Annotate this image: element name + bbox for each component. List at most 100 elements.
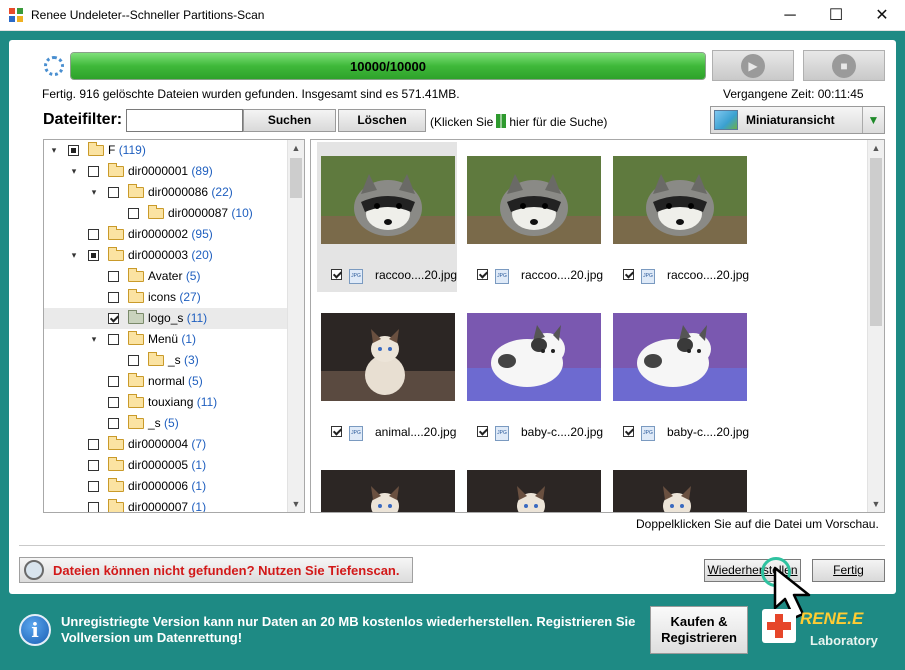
preview-hint: Doppelklicken Sie auf die Datei um Vorsc… (636, 517, 879, 531)
close-button[interactable]: ✕ (859, 0, 905, 31)
tree-checkbox[interactable] (128, 208, 139, 219)
thumbnail-checkbox[interactable] (331, 426, 342, 437)
file-count: (1) (191, 500, 207, 513)
tree-item[interactable]: normal (5) (44, 371, 287, 392)
tree-item[interactable]: _s (3) (44, 350, 287, 371)
play-button[interactable]: ▶ (712, 50, 794, 81)
raccoon-photo[interactable] (467, 156, 601, 244)
thumbnail-checkbox[interactable] (623, 269, 634, 280)
tree-item[interactable]: logo_s (11) (44, 308, 287, 329)
expand-toggle-icon[interactable]: ▾ (68, 161, 80, 182)
grid-scrollbar[interactable]: ▲ ▼ (867, 140, 884, 512)
tree-checkbox[interactable] (88, 250, 99, 261)
expand-toggle-icon[interactable]: ▾ (88, 329, 100, 350)
search-button[interactable]: Suchen (243, 109, 336, 132)
thumbnail-checkbox[interactable] (331, 269, 342, 280)
scroll-down-icon[interactable]: ▼ (288, 496, 304, 512)
raccoon-photo[interactable] (321, 156, 455, 244)
thumbnail-item[interactable] (317, 456, 457, 512)
tree-scroll-thumb[interactable] (290, 158, 302, 198)
tree-checkbox[interactable] (88, 460, 99, 471)
jpg-file-icon: JPG (495, 426, 509, 441)
raccoon-photo[interactable] (613, 156, 747, 244)
kitten-photo[interactable] (613, 313, 747, 401)
tree-item[interactable]: dir0000005 (1) (44, 455, 287, 476)
folder-name: dir0000086 (148, 185, 209, 199)
thumbnail-item[interactable]: JPG baby-c....20.jpg (463, 299, 603, 449)
clear-button[interactable]: Löschen (338, 109, 426, 132)
scroll-up-icon[interactable]: ▲ (288, 140, 304, 156)
scroll-up-icon[interactable]: ▲ (868, 140, 884, 156)
tree-item[interactable]: dir0000006 (1) (44, 476, 287, 497)
filter-input[interactable] (126, 109, 243, 132)
tree-item[interactable]: Avater (5) (44, 266, 287, 287)
tree-checkbox[interactable] (128, 355, 139, 366)
tree-item[interactable]: dir0000087 (10) (44, 203, 287, 224)
tree-item[interactable]: ▾ Menü (1) (44, 329, 287, 350)
thumbnail-item[interactable] (463, 456, 603, 512)
tree-checkbox[interactable] (108, 313, 119, 324)
tree-item[interactable]: dir0000007 (1) (44, 497, 287, 513)
tree-checkbox[interactable] (88, 166, 99, 177)
tree-checkbox[interactable] (108, 292, 119, 303)
tree-scrollbar[interactable]: ▲ ▼ (287, 140, 304, 512)
dropdown-arrow-icon[interactable]: ▼ (862, 107, 884, 133)
cat-photo[interactable] (467, 470, 601, 512)
folder-icon (108, 436, 124, 450)
expand-toggle-icon[interactable]: ▾ (88, 182, 100, 203)
title-bar: Renee Undeleter--Schneller Partitions-Sc… (0, 0, 905, 31)
folder-name: Menü (148, 332, 179, 346)
tree-checkbox[interactable] (108, 187, 119, 198)
thumbnail-checkbox[interactable] (477, 426, 488, 437)
tree-item-label: dir0000086 (22) (148, 182, 233, 203)
stop-button[interactable]: ■ (803, 50, 885, 81)
tree-checkbox[interactable] (108, 271, 119, 282)
maximize-button[interactable]: ☐ (813, 0, 859, 31)
cat-photo[interactable] (321, 313, 455, 401)
tree-item[interactable]: touxiang (11) (44, 392, 287, 413)
minimize-button[interactable]: ─ (767, 0, 813, 31)
view-mode-dropdown[interactable]: Miniaturansicht ▼ (710, 106, 885, 134)
tree-checkbox[interactable] (108, 397, 119, 408)
tree-item[interactable]: ▾ dir0000086 (22) (44, 182, 287, 203)
grid-scroll-thumb[interactable] (870, 158, 882, 326)
thumbnail-item[interactable]: JPG raccoo....20.jpg (609, 142, 749, 292)
thumbnail-item[interactable]: JPG raccoo....20.jpg (463, 142, 603, 292)
expand-toggle-icon[interactable]: ▾ (68, 245, 80, 266)
tree-checkbox[interactable] (108, 418, 119, 429)
tree-item[interactable]: icons (27) (44, 287, 287, 308)
thumbnail-item[interactable]: JPG raccoo....20.jpg (317, 142, 457, 292)
cat-photo[interactable] (321, 470, 455, 512)
expand-toggle-icon[interactable]: ▾ (48, 140, 60, 161)
folder-name: normal (148, 374, 185, 388)
file-name: raccoo....20.jpg (375, 268, 458, 282)
tree-checkbox[interactable] (88, 439, 99, 450)
thumbnail-checkbox[interactable] (623, 426, 634, 437)
thumbnail-item[interactable]: JPG animal....20.jpg (317, 299, 457, 449)
tree-item-label: _s (5) (148, 413, 179, 434)
tree-checkbox[interactable] (88, 481, 99, 492)
deep-scan-button[interactable]: Dateien können nicht gefunden? Nutzen Si… (19, 557, 413, 583)
tree-item[interactable]: ▾ dir0000003 (20) (44, 245, 287, 266)
tree-item[interactable]: dir0000004 (7) (44, 434, 287, 455)
tree-item[interactable]: ▾ dir0000001 (89) (44, 161, 287, 182)
buy-register-button[interactable]: Kaufen & Registrieren (650, 606, 748, 654)
tree-checkbox[interactable] (108, 334, 119, 345)
tree-checkbox[interactable] (108, 376, 119, 387)
kitten-photo[interactable] (467, 313, 601, 401)
thumbnail-item[interactable]: JPG baby-c....20.jpg (609, 299, 749, 449)
tree-item[interactable]: _s (5) (44, 413, 287, 434)
tree-checkbox[interactable] (88, 229, 99, 240)
tree-item[interactable]: ▾ F (119) (44, 140, 287, 161)
tree-checkbox[interactable] (88, 502, 99, 512)
file-count: (11) (196, 395, 218, 409)
tree-item[interactable]: dir0000002 (95) (44, 224, 287, 245)
divider (19, 545, 885, 546)
thumbnail-item[interactable] (609, 456, 749, 512)
tree-item-label: _s (3) (168, 350, 199, 371)
filter-tree-icon[interactable] (496, 114, 507, 128)
tree-checkbox[interactable] (68, 145, 79, 156)
thumbnail-checkbox[interactable] (477, 269, 488, 280)
scroll-down-icon[interactable]: ▼ (868, 496, 884, 512)
cat-photo[interactable] (613, 470, 747, 512)
